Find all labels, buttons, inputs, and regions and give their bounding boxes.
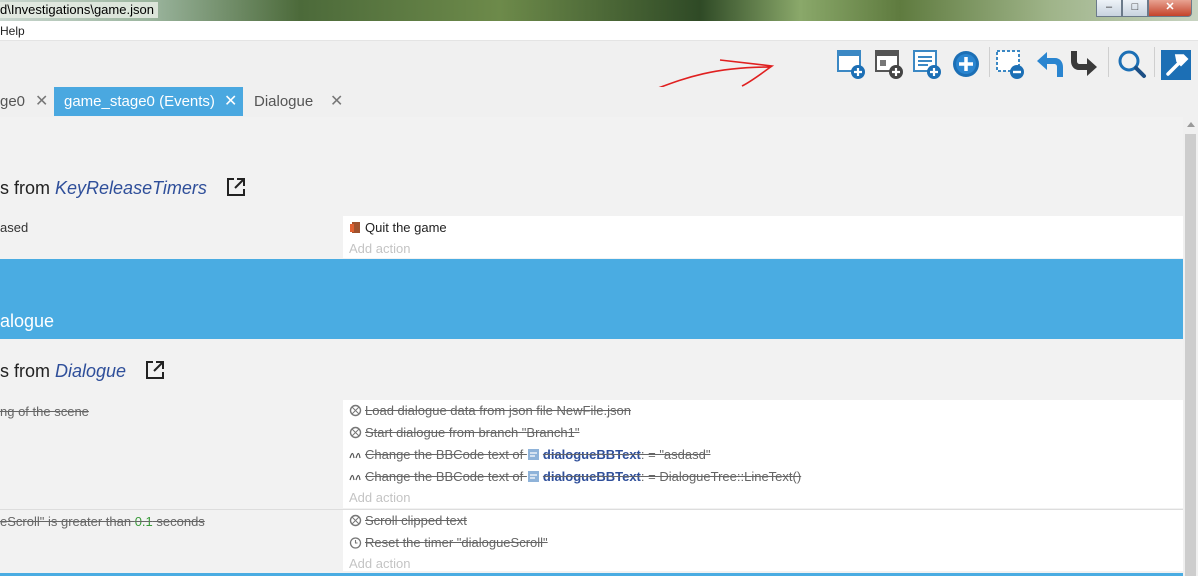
tab-close-icon[interactable]: ✕ (224, 87, 237, 116)
add-action-link[interactable]: Add action (349, 241, 410, 256)
window-title: d\Investigations\game.json (0, 2, 158, 18)
condition-prefix: eScroll" is greater than (0, 514, 135, 529)
add-comment-icon[interactable] (912, 47, 944, 81)
tab-close-icon[interactable]: ✕ (330, 87, 343, 116)
text-format-icon (349, 474, 361, 481)
condition-number: 0.1 (134, 514, 153, 529)
event-condition[interactable]: ased (0, 216, 343, 258)
add-event-icon[interactable] (836, 47, 868, 81)
event-row[interactable]: ased Quit the game Add action (0, 216, 1183, 258)
tab-bar: ge0 ✕ game_stage0 (Events) ✕ Dialogue ✕ (0, 87, 1198, 117)
action-suffix: : = DialogueTree::LineText() (640, 469, 802, 484)
link-prefix: s from (0, 178, 56, 198)
add-action-link[interactable]: Add action (349, 556, 410, 571)
search-icon[interactable] (1116, 47, 1148, 81)
toolbar (0, 41, 1198, 88)
link-prefix: s from (0, 361, 56, 381)
bbtext-object-icon (527, 471, 539, 482)
maximize-button[interactable]: □ (1122, 0, 1148, 17)
exit-door-icon (350, 222, 360, 233)
action-item[interactable]: Reset the timer "dialogueScroll" (349, 533, 548, 553)
add-subevent-icon[interactable] (874, 47, 906, 81)
link-name[interactable]: KeyReleaseTimers (55, 178, 207, 198)
object-name: dialogueBBText (542, 469, 641, 484)
action-item[interactable]: Quit the game (349, 218, 447, 238)
timer-icon (349, 537, 362, 549)
action-text: Quit the game (365, 220, 447, 235)
action-suffix: : = "asdasd" (640, 447, 711, 462)
action-text: Load dialogue data from json file NewFil… (365, 403, 631, 418)
event-row[interactable]: eScroll" is greater than 0.1 seconds Scr… (0, 509, 1183, 571)
undo-icon[interactable] (1033, 47, 1065, 81)
event-actions: Quit the game Add action (343, 216, 1183, 258)
vertical-scrollbar[interactable] (1183, 117, 1198, 576)
event-actions: Load dialogue data from json file NewFil… (343, 400, 1183, 508)
dialogue-tree-icon (349, 514, 362, 527)
redo-icon[interactable] (1069, 47, 1101, 81)
action-item[interactable]: Change the BBCode text of dialogueBBText… (349, 445, 710, 465)
tab-label: game_stage0 (Events) (64, 93, 215, 110)
event-actions: Scroll clipped text Reset the timer "dia… (343, 510, 1183, 571)
delete-event-icon[interactable] (995, 47, 1027, 81)
dialogue-tree-icon (349, 426, 362, 439)
tab-close-icon[interactable]: ✕ (35, 87, 48, 116)
event-condition[interactable]: ng of the scene (0, 400, 343, 508)
condition-suffix: seconds (152, 514, 205, 529)
tab-dialogue[interactable]: Dialogue ✕ (244, 87, 354, 116)
link-name[interactable]: Dialogue (55, 361, 126, 381)
settings-icon[interactable] (1160, 47, 1192, 81)
bbtext-object-icon (527, 449, 539, 460)
close-window-button[interactable]: ✕ (1148, 0, 1192, 17)
menubar: Help (0, 21, 1198, 41)
group-label: alogue (0, 311, 55, 331)
event-condition[interactable]: eScroll" is greater than 0.1 seconds (0, 510, 343, 571)
action-item[interactable]: Scroll clipped text (349, 511, 467, 531)
scrollbar-thumb[interactable] (1185, 134, 1196, 576)
text-format-icon (349, 452, 361, 459)
tab-label: Dialogue (254, 93, 314, 110)
object-name: dialogueBBText (542, 447, 641, 462)
event-group-dialogue[interactable]: alogue (0, 259, 1183, 339)
action-text: Reset the timer "dialogueScroll" (365, 535, 548, 550)
action-prefix: Change the BBCode text of (365, 469, 527, 484)
tab-scene[interactable]: ge0 ✕ (0, 87, 52, 116)
open-external-icon[interactable] (145, 360, 165, 380)
action-item[interactable]: Start dialogue from branch "Branch1" (349, 423, 579, 443)
action-item[interactable]: Load dialogue data from json file NewFil… (349, 401, 631, 421)
action-text: Scroll clipped text (365, 513, 467, 528)
event-row[interactable]: ng of the scene Load dialogue data from … (0, 400, 1183, 508)
action-text: Start dialogue from branch "Branch1" (365, 425, 580, 440)
minimize-button[interactable]: – (1096, 0, 1122, 17)
scroll-up-icon[interactable] (1187, 122, 1195, 127)
tab-events[interactable]: game_stage0 (Events) ✕ (54, 87, 243, 116)
link-event-dialogue[interactable]: s from Dialogue (0, 360, 165, 382)
add-action-link[interactable]: Add action (349, 490, 410, 505)
link-event-keyreleasetimers[interactable]: s from KeyReleaseTimers (0, 177, 246, 199)
window-titlebar: d\Investigations\game.json – □ ✕ (0, 0, 1198, 21)
action-prefix: Change the BBCode text of (365, 447, 527, 462)
action-item[interactable]: Change the BBCode text of dialogueBBText… (349, 467, 801, 487)
dialogue-tree-icon (349, 404, 362, 417)
menu-help[interactable]: Help (0, 24, 25, 38)
tab-label: ge0 (0, 93, 26, 110)
add-other-icon[interactable] (950, 47, 982, 81)
event-sheet: s from KeyReleaseTimers ased Quit the ga… (0, 117, 1183, 576)
open-external-icon[interactable] (226, 177, 246, 197)
